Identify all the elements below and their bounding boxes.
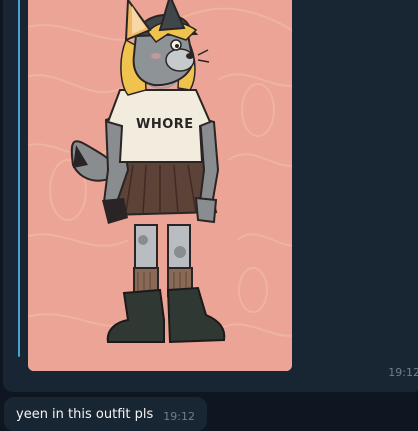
message-photo[interactable]: WHORE [28, 0, 292, 371]
shirt-lettering: WHORE [136, 117, 194, 132]
chat-history[interactable]: WHORE 19:12 yeen in this outfit pls 19:1… [0, 0, 418, 431]
message-bubble-text[interactable]: yeen in this outfit pls 19:12 [4, 397, 207, 431]
message-time: 19:12 [388, 366, 418, 379]
reply-quote-bar [18, 0, 20, 357]
message-bubble-photo[interactable]: WHORE 19:12 [3, 0, 418, 392]
character-illustration: WHORE [28, 0, 292, 371]
message-text: yeen in this outfit pls [16, 406, 154, 422]
message-time: 19:12 [163, 410, 195, 423]
